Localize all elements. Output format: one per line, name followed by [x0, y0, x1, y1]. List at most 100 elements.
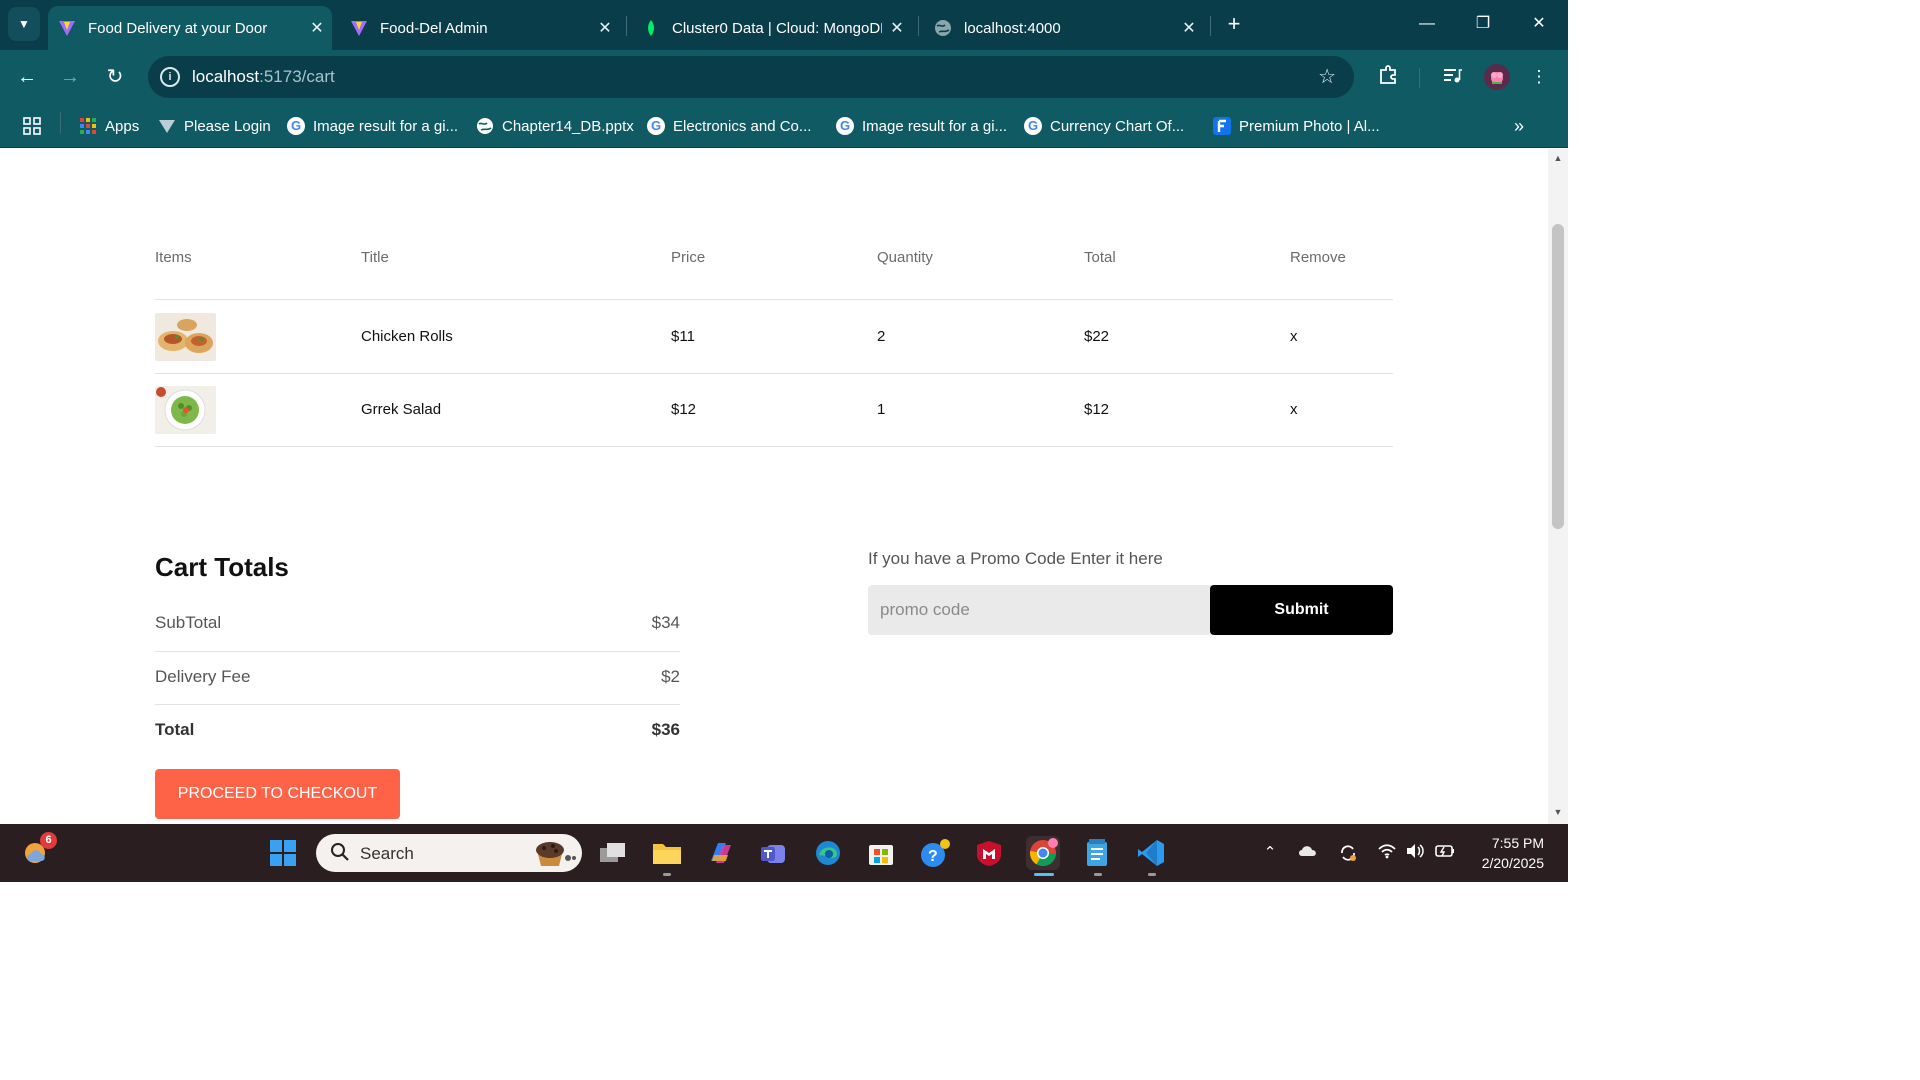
scroll-up-arrow-icon[interactable]: ▲ [1552, 153, 1564, 163]
header-remove: Remove [1290, 249, 1346, 266]
bookmark-electronics[interactable]: G Electronics and Co... [647, 114, 811, 138]
site-info-icon[interactable]: i [160, 67, 180, 87]
bookmark-image-result-1[interactable]: G Image result for a gi... [287, 114, 458, 138]
mongodb-leaf-icon [642, 19, 660, 37]
bookmark-label: Electronics and Co... [673, 117, 812, 135]
close-tab-icon[interactable]: ✕ [302, 18, 332, 38]
bookmark-apps[interactable]: Apps [79, 114, 139, 138]
promo-submit-button[interactable]: Submit [1210, 585, 1393, 635]
mcafee-icon[interactable] [972, 836, 1006, 870]
header-divider [155, 299, 1393, 300]
subtotal-row: SubTotal $34 [155, 613, 680, 637]
scroll-down-arrow-icon[interactable]: ▼ [1552, 807, 1564, 817]
tab-title: localhost:4000 [964, 19, 1061, 37]
bookmark-currency-chart[interactable]: G Currency Chart Of... [1024, 114, 1184, 138]
volume-icon[interactable] [1403, 843, 1427, 863]
teams-icon[interactable] [757, 836, 791, 870]
tab-title: Food Delivery at your Door [88, 19, 268, 37]
bookmark-please-login[interactable]: Please Login [158, 114, 271, 138]
running-indicator [663, 873, 671, 876]
tab-mongodb[interactable]: Cluster0 Data | Cloud: MongoDB ✕ [632, 6, 912, 50]
taskbar-clock[interactable]: 7:55 PM 2/20/2025 [1472, 833, 1544, 873]
back-arrow-icon[interactable]: ← [13, 63, 41, 91]
vscode-icon[interactable] [1134, 836, 1168, 870]
weather-badge: 6 [40, 832, 57, 849]
url-text[interactable]: localhost:5173/cart [192, 67, 335, 87]
google-icon: G [1024, 117, 1042, 135]
battery-icon[interactable] [1433, 843, 1457, 863]
item-total: $22 [1084, 328, 1110, 345]
proceed-to-checkout-button[interactable]: PROCEED TO CHECKOUT [155, 769, 400, 819]
bookmark-star-icon[interactable]: ☆ [1318, 64, 1336, 89]
tab-title: Cluster0 Data | Cloud: MongoDB [672, 19, 882, 37]
new-tab-plus-icon[interactable]: + [1220, 10, 1248, 38]
microsoft-store-icon[interactable] [864, 836, 898, 870]
header-total: Total [1084, 249, 1116, 266]
header-quantity: Quantity [877, 249, 933, 266]
url-path: :5173/cart [259, 67, 335, 86]
bookmark-image-result-2[interactable]: G Image result for a gi... [836, 114, 1007, 138]
task-view-icon[interactable] [596, 836, 630, 870]
tab-groups-icon[interactable] [22, 114, 42, 138]
vite-icon [350, 19, 368, 37]
tab-localhost-4000[interactable]: localhost:4000 ✕ [924, 6, 1204, 50]
header-items: Items [155, 249, 192, 266]
bookmark-label: Premium Photo | Al... [1239, 117, 1380, 135]
taskbar-search-box[interactable]: Search [316, 834, 582, 872]
clock-date: 2/20/2025 [1481, 855, 1544, 871]
show-hidden-icons-chevron-icon[interactable]: ⌃ [1258, 843, 1282, 861]
tab-food-del-admin[interactable]: Food-Del Admin ✕ [340, 6, 620, 50]
promo-code-label: If you have a Promo Code Enter it here [868, 549, 1163, 568]
reload-icon[interactable]: ↻ [101, 63, 129, 91]
svg-text:?: ? [928, 848, 938, 865]
table-row: Chicken Rolls $11 2 $22 x [155, 313, 1393, 361]
bookmark-label: Currency Chart Of... [1050, 117, 1185, 135]
restore-icon[interactable]: ❐ [1460, 10, 1506, 38]
bookmark-chapter14[interactable]: Chapter14_DB.pptx [476, 114, 634, 138]
close-tab-icon[interactable]: ✕ [1174, 18, 1204, 38]
sync-icon[interactable] [1336, 843, 1360, 867]
tab-search-chevron-icon[interactable]: ▼ [8, 7, 40, 41]
edge-icon[interactable] [811, 836, 845, 870]
windows-taskbar: 6 Search ? ⌃ 7:55 PM 2/20/2025 [0, 824, 1568, 882]
item-price: $11 [671, 328, 695, 345]
chrome-icon[interactable] [1026, 836, 1060, 870]
address-bar[interactable]: i localhost:5173/cart ☆ [148, 56, 1354, 98]
minimize-icon[interactable]: — [1404, 10, 1450, 38]
greek-salad-image [155, 386, 216, 434]
windows-start-icon[interactable] [266, 836, 300, 870]
total-value: $36 [651, 720, 680, 739]
close-window-icon[interactable]: ✕ [1516, 10, 1562, 38]
bookmark-premium-photo[interactable]: Premium Photo | Al... [1213, 114, 1380, 138]
remove-item-button[interactable]: x [1290, 401, 1298, 418]
media-control-icon[interactable] [1439, 64, 1465, 90]
more-bookmarks-chevron-icon[interactable]: » [1514, 114, 1524, 138]
delivery-fee-row: Delivery Fee $2 [155, 667, 680, 691]
item-quantity: 2 [877, 328, 886, 345]
forward-arrow-icon[interactable]: → [56, 63, 84, 91]
remove-item-button[interactable]: x [1290, 328, 1298, 345]
wifi-icon[interactable] [1375, 843, 1399, 863]
promo-code-input[interactable] [868, 585, 1208, 635]
url-host: localhost [192, 67, 260, 86]
google-icon: G [287, 117, 305, 135]
profile-avatar[interactable] [1484, 64, 1510, 90]
row-divider [155, 446, 1393, 447]
extensions-puzzle-icon[interactable] [1375, 64, 1401, 90]
close-tab-icon[interactable]: ✕ [590, 18, 620, 38]
delivery-fee-label: Delivery Fee [155, 667, 251, 686]
totals-divider [155, 704, 680, 705]
subtotal-label: SubTotal [155, 613, 222, 632]
file-explorer-icon[interactable] [650, 836, 684, 870]
scrollbar-thumb[interactable] [1552, 224, 1564, 529]
help-icon[interactable]: ? [918, 836, 952, 870]
notepad-icon[interactable] [1080, 836, 1114, 870]
page-scrollbar[interactable]: ▲ ▼ [1548, 149, 1568, 824]
close-tab-icon[interactable]: ✕ [882, 18, 912, 38]
copilot-icon[interactable] [704, 836, 738, 870]
tab-food-delivery[interactable]: Food Delivery at your Door ✕ [48, 6, 332, 50]
browser-menu-icon[interactable]: ⋮ [1526, 64, 1552, 90]
tab-divider [1210, 16, 1211, 36]
onedrive-cloud-icon[interactable] [1296, 843, 1320, 861]
vite-icon [158, 117, 176, 135]
